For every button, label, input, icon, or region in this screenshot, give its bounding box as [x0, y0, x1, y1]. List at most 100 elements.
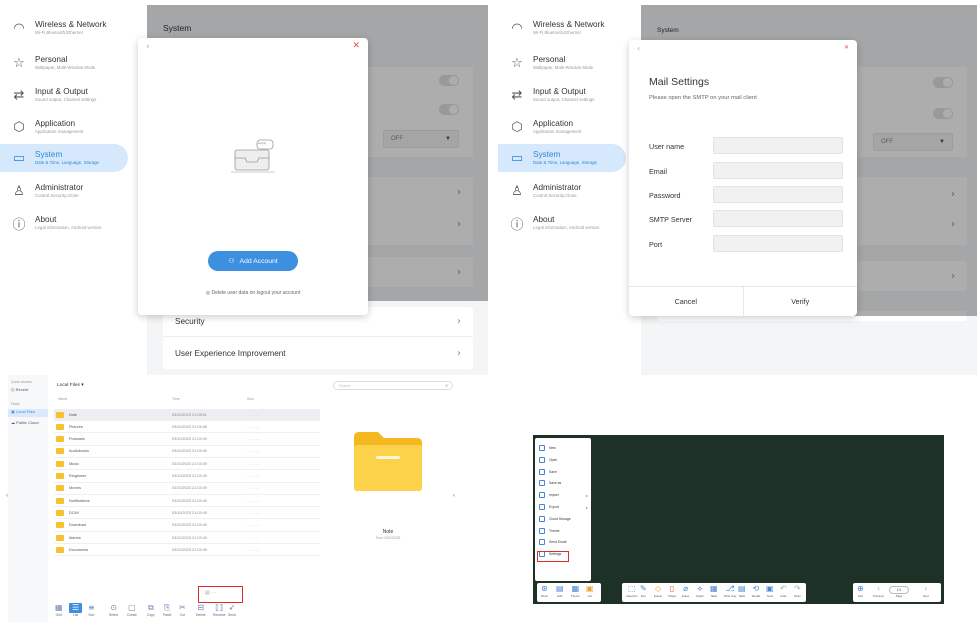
back-icon[interactable]: ‹ [637, 44, 640, 53]
wb-tool-eraser-button[interactable]: ◇ Eraser [654, 584, 662, 598]
page-indicator[interactable]: 1/1 Page [889, 586, 909, 598]
file-name: Documents [69, 547, 89, 552]
table-row[interactable]: Documents 03/10/2023 21:03:49 - - - - - - [54, 544, 320, 557]
wb-tool-table-button[interactable]: ▦ Table [710, 584, 718, 598]
sidebar-item-title: Personal [35, 55, 68, 64]
add-page-button[interactable]: ⊕ Add [857, 584, 864, 598]
close-icon[interactable]: ✕ [352, 41, 360, 51]
table-row[interactable]: Download 03/10/2023 21:03:49 - - - - - - [54, 520, 320, 532]
table-row[interactable]: Audiobooks 03/10/2023 21:03:49 - - - - - - [54, 446, 320, 458]
toolbar-paste-button[interactable]: ⎘ Paste [163, 603, 171, 617]
toolbar-send-button[interactable]: ➶ Send [228, 603, 236, 617]
wb-tool-recall-button[interactable]: ⟲ Recall [752, 584, 760, 598]
wb-tool-undo-button[interactable]: ↶ Undo [780, 584, 787, 598]
sidebar-item-application[interactable]: ⬡ Application Application management [0, 113, 128, 141]
add-account-button[interactable]: ⚇ Add Account [208, 251, 298, 271]
toolbar-cut-button[interactable]: ✂ Cut [179, 603, 186, 617]
fm-breadcrumb[interactable]: Local Files ▾ [57, 383, 84, 388]
sidebar-item-input-output[interactable]: ⇄ Input & Output Sound output, Channel set… [498, 81, 626, 109]
table-row[interactable]: DCIM 03/10/2023 21:03:49 - - - - - - [54, 507, 320, 520]
table-row[interactable]: Podcasts 03/10/2023 21:03:49 - - - - - - [54, 434, 320, 446]
verify-button[interactable]: Verify [744, 287, 858, 316]
wb-menu-item-save[interactable]: Save [539, 467, 557, 477]
delete-data-checkbox[interactable]: ◎ Delete user data on logout your accoun… [138, 290, 368, 296]
toolbar-list-button[interactable]: ☰ List [69, 603, 83, 617]
wb-tool-edit-button[interactable]: ▤ Edit [556, 584, 564, 598]
sidebar-item-administrator[interactable]: ♙ Administrator Control,Security,Clone [498, 177, 626, 205]
col-size[interactable]: Size [247, 397, 254, 401]
settings-row-ux-improvement[interactable]: User Experience Improvement › [163, 338, 473, 368]
wb-tool-redo-button[interactable]: ↷ Redo [794, 584, 801, 598]
fm-search-input[interactable]: Search ⌕ [333, 381, 453, 390]
toolbar-select-button[interactable]: ⊙ Select [109, 603, 118, 617]
table-row[interactable]: Notifications 03/10/2023 21:03:49 - - - - … [54, 495, 320, 508]
table-row[interactable]: Note 03/10/2023 21:08:51 - - - - - - [54, 409, 320, 421]
toolbar-label: Grid [55, 613, 62, 617]
wb-tool-mind-map-button[interactable]: ⎇ Mind map [724, 584, 736, 598]
sidebar-item-administrator[interactable]: ♙ Administrator Control,Security,Clone [0, 177, 128, 205]
sidebar-item-personal[interactable]: ☆ Personal Wallpaper, Multi-Window Mode [498, 49, 626, 77]
sidebar-item-personal[interactable]: ☆ Personal Wallpaper, Multi-Window Mode [0, 49, 128, 77]
sidebar-item-application[interactable]: ⬡ Application Application management [498, 113, 626, 141]
wb-tool-shape-button[interactable]: ▯ Shape [668, 584, 676, 598]
table-row[interactable]: Ringtones 03/10/2023 21:03:49 - - - - - - [54, 471, 320, 483]
back-icon[interactable]: ‹ [146, 42, 150, 52]
chevron-right-icon: › [924, 584, 928, 593]
table-row[interactable]: Pictures 03/10/2023 21:04:08 - - - - - - [54, 421, 320, 434]
sidebar-item-system[interactable]: ▭ System Date & Time, Language, Storage [498, 144, 626, 172]
password-input[interactable] [713, 186, 843, 203]
wb-menu-item-save-as[interactable]: Save as [539, 478, 561, 488]
collapse-right-icon[interactable]: ‹ [453, 493, 455, 499]
fm-side-recent[interactable]: ◷ Recent [11, 387, 28, 392]
close-icon[interactable]: ✕ [844, 44, 849, 51]
toolbar-rename-button[interactable]: ⟦⟧ Rename [213, 603, 225, 617]
wb-menu-item-export[interactable]: Export ▸ [539, 502, 588, 512]
cancel-button[interactable]: Cancel [629, 287, 744, 316]
wb-menu-item-cloud-storage[interactable]: Cloud Storage [539, 514, 571, 524]
next-page-button[interactable]: › Next [923, 584, 929, 598]
wb-menu-item-open[interactable]: Open [539, 455, 557, 465]
wb-tool-pen-button[interactable]: ✎ Pen [640, 584, 647, 598]
col-time[interactable]: Time [172, 397, 180, 401]
wb-menu-item-send-email[interactable]: Send Email [539, 537, 566, 547]
wb-tool-cut-button[interactable]: ▣ Cut [586, 584, 594, 598]
previous-page-button[interactable]: ‹ Previous [873, 584, 884, 598]
sidebar-item-about[interactable]: ⓘ About Legal information, Android version [0, 209, 128, 237]
fm-side-local-files[interactable]: ▣ Local Files [8, 409, 48, 417]
sidebar-item-system[interactable]: ▭ System Date & Time, Language, Storage [0, 144, 128, 172]
username-input[interactable] [713, 137, 843, 154]
wb-tool-tools-button[interactable]: ▣ Tools [766, 584, 774, 598]
sidebar-item-about[interactable]: ⓘ About Legal information, Android version [498, 209, 626, 237]
wb-menu-item-import[interactable]: Import ▸ [539, 490, 588, 500]
collapse-left-icon[interactable]: ‹ [6, 493, 8, 499]
table-row[interactable]: Movies 03/10/2023 21:03:49 - - - - - - [54, 483, 320, 495]
file-name: DCIM [69, 510, 79, 515]
sidebar-item-wireless-network[interactable]: ◠ Wireless & Network Wi-Fi,Bluetooth,Ether… [498, 14, 626, 42]
toolbar-sort-button[interactable]: ≡ Sort [88, 603, 95, 617]
toolbar-create-button[interactable]: ▢ Create [127, 603, 137, 617]
sidebar-item-subtitle: Legal information, Android version [533, 225, 600, 230]
fm-selection-highlight[interactable]: ▤ ··· [198, 586, 243, 603]
port-input[interactable] [713, 235, 843, 252]
table-row[interactable]: Music 03/10/2023 21:03:49 - - - - - - [54, 458, 320, 471]
email-input[interactable] [713, 162, 843, 179]
wb-tool-menu-button[interactable]: ⊛ Menu [541, 584, 548, 598]
fm-side-public-cloud[interactable]: ☁ Public Cloud [11, 420, 39, 425]
toolbar-grid-button[interactable]: ▦ Grid [55, 603, 63, 617]
wb-tool-erase-button[interactable]: ⌀ Erase [682, 584, 689, 598]
col-name[interactable]: Name [58, 397, 67, 401]
sidebar-item-input-output[interactable]: ⇄ Input & Output Sound output, Channel set… [0, 81, 128, 109]
wb-tool-table-button[interactable]: ▤ Table [738, 584, 746, 598]
wb-tool-graph-button[interactable]: ⟡ Graph [696, 584, 704, 598]
toolbar-copy-button[interactable]: ⧉ Copy [147, 603, 155, 617]
file-name: Podcasts [69, 437, 85, 442]
table-row[interactable]: Alarms 03/10/2023 21:03:49 - - - - - - [54, 532, 320, 544]
toolbar-delete-button[interactable]: ⊟ Delete [196, 603, 206, 617]
smtp-server-input[interactable] [713, 210, 843, 227]
wb-menu-item-theme[interactable]: Theme [539, 526, 560, 536]
wb-tool-selection-button[interactable]: ⬚ Selection [626, 584, 638, 598]
sidebar-item-wireless-network[interactable]: ◠ Wireless & Network Wi-Fi,Bluetooth,Ether… [0, 14, 128, 42]
wb-menu-item-new[interactable]: New [539, 443, 556, 453]
wb-tool-theme-button[interactable]: ▦ Theme [571, 584, 580, 598]
tool-label: Edit [557, 594, 563, 598]
